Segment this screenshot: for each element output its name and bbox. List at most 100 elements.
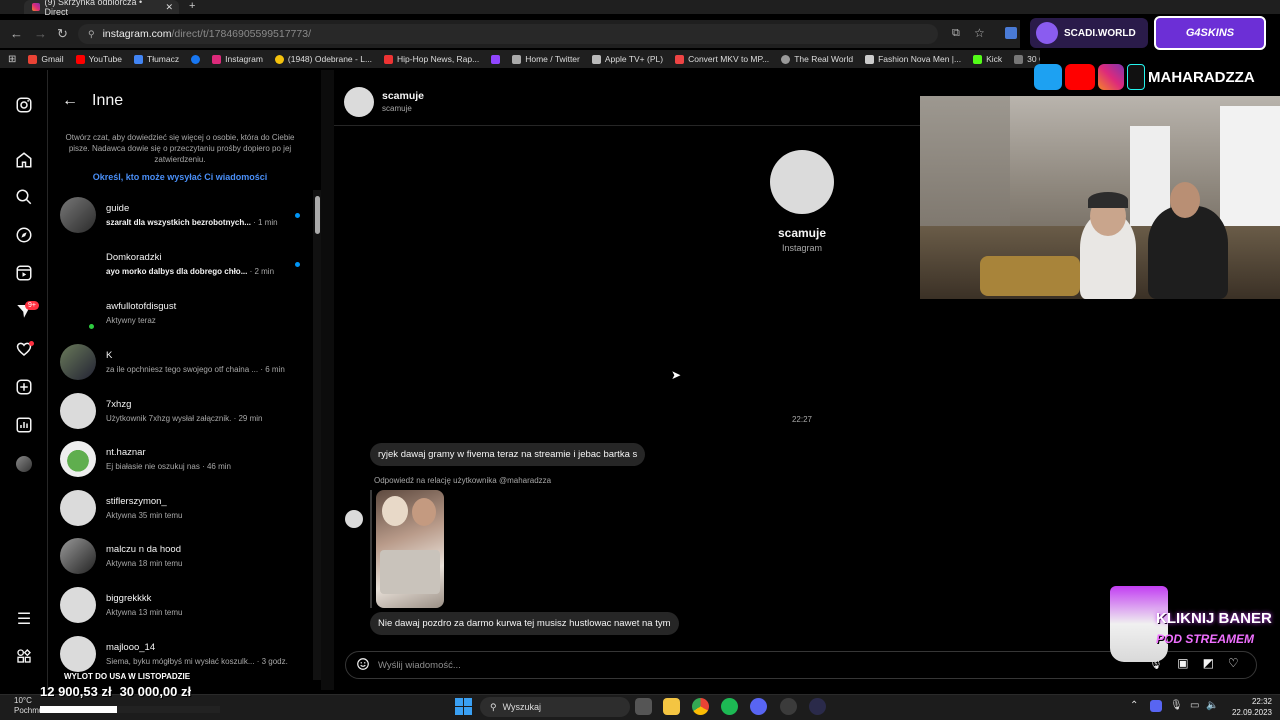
- taskbar-search[interactable]: ⚲ Wyszukaj: [480, 697, 630, 717]
- new-tab-button[interactable]: +: [189, 0, 195, 12]
- page-scrollbar[interactable]: [321, 70, 334, 690]
- menu-hamburger-icon[interactable]: ☰: [14, 610, 34, 630]
- bookmark-item[interactable]: Kick: [973, 54, 1002, 64]
- list-bookmark-icon: [1014, 54, 1024, 64]
- thread-avatar: [60, 490, 96, 526]
- close-tab-icon[interactable]: ✕: [165, 2, 173, 13]
- instagram-favicon-icon: [32, 3, 40, 11]
- apps-grid-icon[interactable]: ⊞: [8, 54, 16, 65]
- bookmark-item[interactable]: Convert MKV to MP...: [675, 54, 769, 64]
- inbox-title: Inne: [92, 92, 124, 109]
- create-plus-icon[interactable]: [14, 378, 34, 398]
- brand-g4skins: G4SKINS: [1185, 27, 1235, 39]
- file-explorer-icon[interactable]: [663, 698, 680, 715]
- search-icon[interactable]: [14, 188, 34, 208]
- dashboard-icon[interactable]: [14, 416, 34, 436]
- instagram-icon: [1098, 64, 1124, 90]
- thread-item[interactable]: Kza ile opchniesz tego swojego otf chain…: [60, 339, 300, 385]
- thread-preview: Siema, byku mógłbyś mi wysłać koszulk...: [106, 657, 255, 666]
- bookmark-item[interactable]: Apple TV+ (PL): [591, 54, 663, 64]
- thread-preview: Użytkownik 7xhzg wysłał załącznik.: [106, 414, 232, 423]
- thread-time: · 6 min: [258, 365, 285, 374]
- chat-header-avatar[interactable]: [344, 86, 374, 117]
- tray-discord-icon[interactable]: [1150, 700, 1162, 712]
- obs-icon[interactable]: [780, 698, 797, 715]
- thread-item[interactable]: awfullotofdisgust Aktywny teraz: [60, 290, 300, 336]
- inbox-scroll-thumb[interactable]: [315, 196, 320, 234]
- chrome-icon[interactable]: [692, 698, 709, 715]
- message-bubble[interactable]: Nie dawaj pozdro za darmo kurwa tej musi…: [370, 612, 679, 635]
- thread-item[interactable]: nt.haznar Ej białasie nie oszukuj nas · 4…: [60, 436, 300, 482]
- profile-avatar-icon[interactable]: [16, 456, 32, 472]
- bookmark-item[interactable]: The Real World: [781, 54, 853, 64]
- bookmark-item[interactable]: Hip-Hop News, Rap...: [384, 54, 479, 64]
- bookmark-item[interactable]: [191, 54, 201, 64]
- message-timestamp: 22:27: [791, 415, 813, 424]
- unread-dot: [295, 261, 300, 267]
- bookmark-star-icon[interactable]: ☆: [974, 26, 985, 40]
- bookmark-item[interactable]: [491, 54, 501, 64]
- translate-icon[interactable]: [1005, 27, 1017, 39]
- thread-item[interactable]: malczu n da hood Aktywna 18 min temu: [60, 533, 300, 579]
- bookmark-item[interactable]: Tłumacz: [134, 54, 179, 64]
- url-domain: instagram.com: [102, 28, 172, 40]
- bookmark-item[interactable]: Instagram: [212, 54, 263, 64]
- story-thumbnail[interactable]: [376, 490, 444, 608]
- tray-chevron-icon[interactable]: ⌃: [1130, 700, 1138, 711]
- explore-compass-icon[interactable]: [14, 226, 34, 246]
- instagram-logo-icon[interactable]: [14, 96, 34, 116]
- profile-avatar[interactable]: [770, 150, 834, 214]
- reels-icon[interactable]: [14, 264, 34, 284]
- thread-item[interactable]: Domkoradzki ayo morko dalbys dla dobrego …: [60, 241, 300, 287]
- url-path: /direct/t/17846905599517773/: [171, 28, 311, 40]
- app-icon[interactable]: [809, 698, 826, 715]
- network-icon[interactable]: ▭: [1190, 700, 1199, 711]
- thread-item[interactable]: biggrekkkk Aktywna 13 min temu: [60, 582, 300, 628]
- url-field[interactable]: ⚲ instagram.com/direct/t/178469055995177…: [78, 24, 938, 44]
- thread-item[interactable]: 7xhzg Użytkownik 7xhzg wysłał załącznik. …: [60, 388, 300, 434]
- bookmark-item[interactable]: Gmail: [28, 54, 64, 64]
- unread-dot: [295, 212, 300, 218]
- thread-name: majlooo_14: [106, 642, 156, 653]
- message-settings-link[interactable]: Określ, kto może wysyłać Ci wiadomości: [60, 172, 300, 182]
- sender-avatar[interactable]: [345, 510, 363, 528]
- thread-name: biggrekkkk: [106, 593, 152, 604]
- chat-header-name: scamuje: [382, 90, 425, 102]
- browser-tab[interactable]: (9) Skrzynka odbiorcza • Direct ✕: [24, 0, 179, 17]
- thread-avatar: [60, 246, 96, 282]
- back-arrow-icon[interactable]: ←: [62, 92, 78, 110]
- reload-icon[interactable]: ↻: [57, 26, 68, 42]
- message-bubble[interactable]: ryjek dawaj gramy w fivema teraz na stre…: [370, 443, 646, 466]
- bookmark-item[interactable]: Home / Twitter: [512, 54, 580, 64]
- spotify-icon[interactable]: [721, 698, 738, 715]
- bookmark-item[interactable]: (1948) Odebrane - L...: [274, 54, 372, 64]
- system-clock[interactable]: 22:32 22.09.2023: [1210, 696, 1272, 718]
- forward-arrow-icon[interactable]: →: [34, 26, 47, 41]
- donation-progress-fill: [40, 706, 118, 713]
- thread-item[interactable]: guide szaralt dla wszystkich bezrobotnych…: [60, 192, 300, 238]
- tray-mic-icon[interactable]: 🎙: [1170, 700, 1183, 711]
- windows-start-icon[interactable]: [455, 698, 472, 715]
- thread-avatar: [60, 295, 96, 331]
- back-arrow-icon[interactable]: ←: [10, 26, 23, 41]
- bookmark-item[interactable]: YouTube: [75, 54, 122, 64]
- profile-name: scamuje: [777, 226, 827, 240]
- install-app-icon[interactable]: ⧉: [952, 27, 960, 40]
- meta-apps-icon[interactable]: [14, 648, 34, 668]
- emoji-icon[interactable]: [356, 657, 370, 674]
- messages-badge: 9+: [25, 301, 39, 310]
- mouse-cursor-icon: ➤: [671, 368, 682, 382]
- bookmark-item[interactable]: Fashion Nova Men |...: [865, 54, 961, 64]
- thread-item[interactable]: stiflerszymon_ Aktywna 35 min temu: [60, 485, 300, 531]
- thread-preview: Aktywna 18 min temu: [106, 559, 183, 568]
- mail-bookmark-icon: [274, 54, 284, 64]
- donation-goal: 30 000,00 zł: [119, 684, 192, 699]
- thread-item[interactable]: majlooo_14 Siema, byku mógłbyś mi wysłać …: [60, 631, 300, 677]
- inbox-scrollbar[interactable]: [313, 190, 321, 680]
- site-info-icon[interactable]: ⚲: [88, 29, 95, 40]
- task-view-icon[interactable]: [635, 698, 652, 715]
- tab-title: (9) Skrzynka odbiorcza • Direct: [44, 0, 143, 17]
- discord-icon[interactable]: [750, 698, 767, 715]
- home-icon[interactable]: [14, 151, 34, 171]
- chat-header[interactable]: scamuje scamuje: [334, 78, 920, 126]
